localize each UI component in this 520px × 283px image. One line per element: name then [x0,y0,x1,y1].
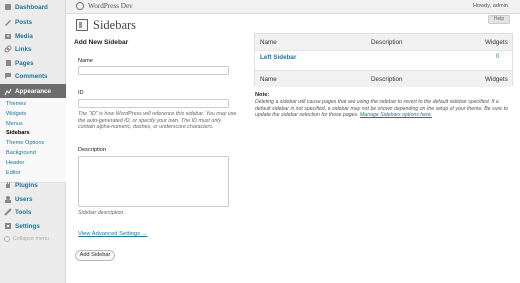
media-icon [4,32,12,40]
menu-dashboard[interactable]: Dashboard [0,0,66,14]
menu-comments-label: Comments [15,72,48,80]
collapse-menu-button[interactable]: Collapse menu [4,236,49,242]
add-sidebar-button[interactable]: Add Sidebar [75,250,115,261]
menu-users[interactable]: Users [0,192,66,206]
description-help-text: Sidebar description. [78,210,125,216]
menu-posts[interactable]: Posts [0,15,66,29]
submenu-sidebars[interactable]: Sidebars [6,130,30,136]
submenu-themes[interactable]: Themes [6,101,26,107]
id-help-text: The "ID" is how WordPress will reference… [78,111,237,130]
site-title-link[interactable]: WordPress Dev [76,2,133,10]
users-icon [4,195,12,203]
site-title-text: WordPress Dev [88,2,133,10]
menu-links[interactable]: Links [0,42,66,56]
sidebars-page-icon [76,19,88,31]
submenu-widgets[interactable]: Widgets [6,111,26,117]
menu-plugins-label: Plugins [15,181,38,189]
dashboard-icon [4,3,12,11]
submenu-menus[interactable]: Menus [6,121,23,127]
footer-column-widgets[interactable]: Widgets [485,76,508,83]
table-footer: Name Description Widgets [255,71,512,87]
menu-appearance-label: Appearance [15,88,52,95]
appearance-icon [4,88,12,96]
manage-sidebars-link[interactable]: Manage Sidebars options here. [360,112,432,118]
row-widget-count[interactable]: 0 [496,54,499,60]
submenu-header[interactable]: Header [6,160,24,166]
comments-icon [4,72,12,80]
table-row[interactable]: Left Sidebar 0 [255,50,512,71]
menu-tools-label: Tools [15,208,32,216]
note-text: Deleting a sidebar will cause pages that… [255,99,513,119]
admin-screen: Dashboard Posts Media Links Pages Commen… [0,0,520,283]
menu-links-label: Links [15,45,32,53]
appearance-submenu: Themes Widgets Menus Sidebars Theme Opti… [0,98,66,183]
menu-posts-label: Posts [15,18,33,26]
page-title: Sidebars [93,18,137,32]
settings-icon [4,222,12,230]
column-widgets[interactable]: Widgets [485,39,508,46]
menu-pages[interactable]: Pages [0,56,66,70]
howdy-user-menu[interactable]: Howdy, admin [473,3,508,9]
plugins-icon [4,181,12,189]
links-icon [4,45,12,53]
pages-icon [4,59,12,67]
menu-tools[interactable]: Tools [0,205,66,219]
description-label: Description [78,147,106,153]
help-button[interactable]: Help [488,15,510,24]
wordpress-logo-icon [76,2,84,10]
footer-column-name[interactable]: Name [260,76,277,83]
column-name[interactable]: Name [260,39,277,46]
add-new-sidebar-heading: Add New Sidebar [74,39,129,46]
submenu-theme-options[interactable]: Theme Options [6,140,44,146]
name-input[interactable] [78,66,229,75]
posts-icon [4,18,12,26]
view-advanced-settings-link[interactable]: View Advanced Settings → [78,231,148,237]
admin-sidebar: Dashboard Posts Media Links Pages Commen… [0,0,66,283]
name-label: Name [78,58,93,64]
menu-settings-label: Settings [15,222,40,230]
collapse-label: Collapse menu [13,236,49,242]
tools-icon [4,208,12,216]
id-label: ID [78,90,84,96]
menu-media[interactable]: Media [0,29,66,43]
menu-plugins[interactable]: Plugins [0,178,66,192]
menu-users-label: Users [15,195,33,203]
menu-appearance[interactable]: Appearance [0,84,66,99]
description-textarea[interactable] [78,156,229,207]
footer-column-description[interactable]: Description [371,76,403,83]
menu-media-label: Media [15,32,33,40]
menu-comments[interactable]: Comments [0,69,66,83]
sidebars-table: Name Description Widgets Left Sidebar 0 … [254,33,513,87]
row-sidebar-name[interactable]: Left Sidebar [260,54,296,61]
menu-dashboard-label: Dashboard [15,3,48,11]
column-description[interactable]: Description [371,39,403,46]
id-input[interactable] [78,99,229,108]
submenu-background[interactable]: Background [6,150,36,156]
collapse-icon [4,236,10,242]
table-header: Name Description Widgets [255,34,512,50]
note-title: Note: [255,92,270,98]
submenu-editor[interactable]: Editor [6,170,21,176]
menu-settings[interactable]: Settings [0,219,66,233]
menu-pages-label: Pages [15,59,34,67]
